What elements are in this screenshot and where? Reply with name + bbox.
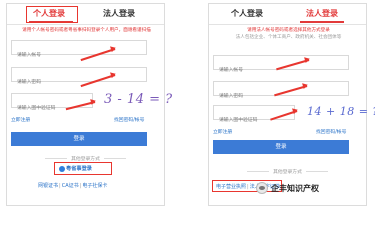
active-tab-underline xyxy=(300,21,344,23)
login-button[interactable]: 登录 xyxy=(213,140,349,154)
business-license-link[interactable]: 电子营业执照 xyxy=(216,184,246,190)
watermark-avatar-icon xyxy=(256,182,268,194)
highlight-box-personal-tab xyxy=(26,6,78,23)
username-field[interactable] xyxy=(11,40,147,62)
password-field[interactable] xyxy=(11,67,147,89)
watermark-text: 企丰知识产权 xyxy=(271,184,319,193)
forgot-password-link[interactable]: 找回密码/帐号 xyxy=(316,128,346,135)
personal-login-panel: 个人登录 法人登录 请用个人帐号密码或者粤省事扫码登录个人用户，面谢看谨扫描 3… xyxy=(6,3,172,206)
captcha-field[interactable] xyxy=(213,105,295,127)
ygs-login-button[interactable]: 粤省事登录 xyxy=(59,165,92,172)
login-tabs: 个人登录 法人登录 xyxy=(209,4,366,25)
password-input[interactable] xyxy=(12,76,146,89)
login-button[interactable]: 登录 xyxy=(11,132,147,146)
alt-login-methods: 网银证书|CA证书|电子社保卡 xyxy=(38,182,107,189)
login-notice: 请用法人帐号密码或者选择其他方式登录 xyxy=(247,28,330,33)
captcha-image[interactable]: 3 - 14 = ? xyxy=(104,90,172,109)
tab-legal-login[interactable]: 法人登录 xyxy=(103,8,135,19)
ca-cert-link[interactable]: CA证书 xyxy=(62,183,79,189)
social-security-card-link[interactable]: 电子社保卡 xyxy=(82,183,107,189)
register-link[interactable]: 立即注册 xyxy=(11,116,30,123)
login-notice: 请用个人帐号密码或者粤省事扫码登录个人用户，面谢看谨扫描 xyxy=(22,28,151,33)
other-login-title: 其他登录方式 xyxy=(7,155,164,162)
tab-legal-login[interactable]: 法人登录 xyxy=(306,8,338,19)
register-link[interactable]: 立即注册 xyxy=(213,128,232,135)
captcha-image[interactable]: 14 + 18 = ? xyxy=(307,102,375,121)
bank-cert-link[interactable]: 网银证书 xyxy=(38,183,58,189)
ygs-login-label: 粤省事登录 xyxy=(66,166,92,172)
legal-login-panel: 个人登录 法人登录 请用法人帐号密码或者选择其他方式登录 法人包括企业、个体工商… xyxy=(208,3,375,206)
tab-personal-login[interactable]: 个人登录 xyxy=(231,8,263,19)
login-subnotice: 法人包括企业、个体工商户、政府机关、社会团体等 xyxy=(235,35,342,40)
other-login-title-text: 其他登录方式 xyxy=(273,170,302,175)
forgot-password-link[interactable]: 找回密码/帐号 xyxy=(114,116,144,123)
ygs-app-icon xyxy=(59,165,65,172)
username-input[interactable] xyxy=(12,49,146,62)
other-login-title: 其他登录方式 xyxy=(209,168,366,175)
